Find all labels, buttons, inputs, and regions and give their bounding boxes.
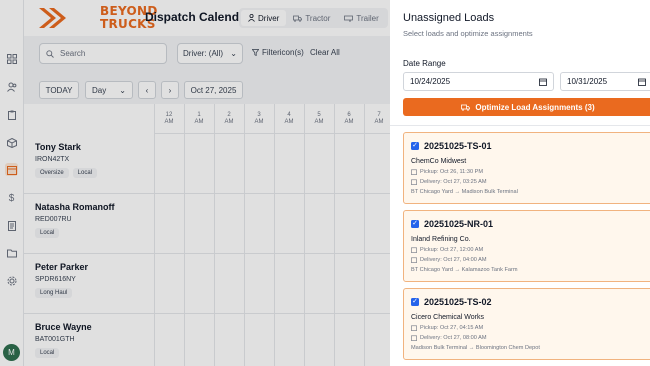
- load-checkbox[interactable]: ✓: [411, 220, 419, 228]
- optimize-assignments-button[interactable]: Optimize Load Assignments (3): [403, 98, 650, 116]
- load-id: 20251025-TS-02: [424, 297, 492, 307]
- load-delivery: Delivery: Oct 27, 03:25 AM: [420, 179, 487, 185]
- calendar-icon: [411, 179, 417, 185]
- calendar-icon[interactable]: [638, 78, 646, 86]
- load-delivery: Delivery: Oct 27, 08:00 AM: [420, 335, 487, 341]
- calendar-icon: [411, 325, 417, 331]
- load-checkbox[interactable]: ✓: [411, 142, 419, 150]
- load-id: 20251025-TS-01: [424, 141, 492, 151]
- load-pickup: Pickup: Oct 27, 12:00 AM: [420, 247, 484, 253]
- load-route: Madison Bulk Terminal → Bloomington Chem…: [411, 345, 540, 351]
- calendar-icon: [411, 257, 417, 263]
- end-date-input[interactable]: 10/31/2025: [560, 72, 650, 91]
- calendar-icon[interactable]: [539, 78, 547, 86]
- calendar-icon: [411, 247, 417, 253]
- load-card[interactable]: ✓ 20251025-TS-01 ChemCo Midwest Pickup: …: [403, 132, 650, 204]
- load-customer: Inland Refining Co.: [411, 236, 471, 243]
- truck-icon: [461, 104, 471, 111]
- load-route: BT Chicago Yard → Kalamazoo Tank Farm: [411, 267, 518, 273]
- load-checkbox[interactable]: ✓: [411, 298, 419, 306]
- calendar-icon: [411, 169, 417, 175]
- modal-backdrop[interactable]: [0, 0, 390, 366]
- load-card[interactable]: ✓ 20251025-NR-01 Inland Refining Co. Pic…: [403, 210, 650, 282]
- load-card[interactable]: ✓ 20251025-TS-02 Cicero Chemical Works P…: [403, 288, 650, 360]
- load-pickup: Pickup: Oct 27, 04:15 AM: [420, 325, 484, 331]
- date-range-label: Date Range: [403, 59, 446, 68]
- panel-subtitle: Select loads and optimize assignments: [403, 29, 533, 38]
- load-customer: Cicero Chemical Works: [411, 314, 484, 321]
- unassigned-loads-panel: Unassigned Loads Select loads and optimi…: [390, 0, 650, 366]
- panel-title: Unassigned Loads: [403, 12, 495, 24]
- load-pickup: Pickup: Oct 26, 11:30 PM: [420, 169, 484, 175]
- load-customer: ChemCo Midwest: [411, 158, 467, 165]
- start-date-input[interactable]: 10/24/2025: [403, 72, 554, 91]
- load-route: BT Chicago Yard → Madison Bulk Terminal: [411, 189, 518, 195]
- calendar-icon: [411, 335, 417, 341]
- load-id: 20251025-NR-01: [424, 219, 494, 229]
- load-delivery: Delivery: Oct 27, 04:00 AM: [420, 257, 487, 263]
